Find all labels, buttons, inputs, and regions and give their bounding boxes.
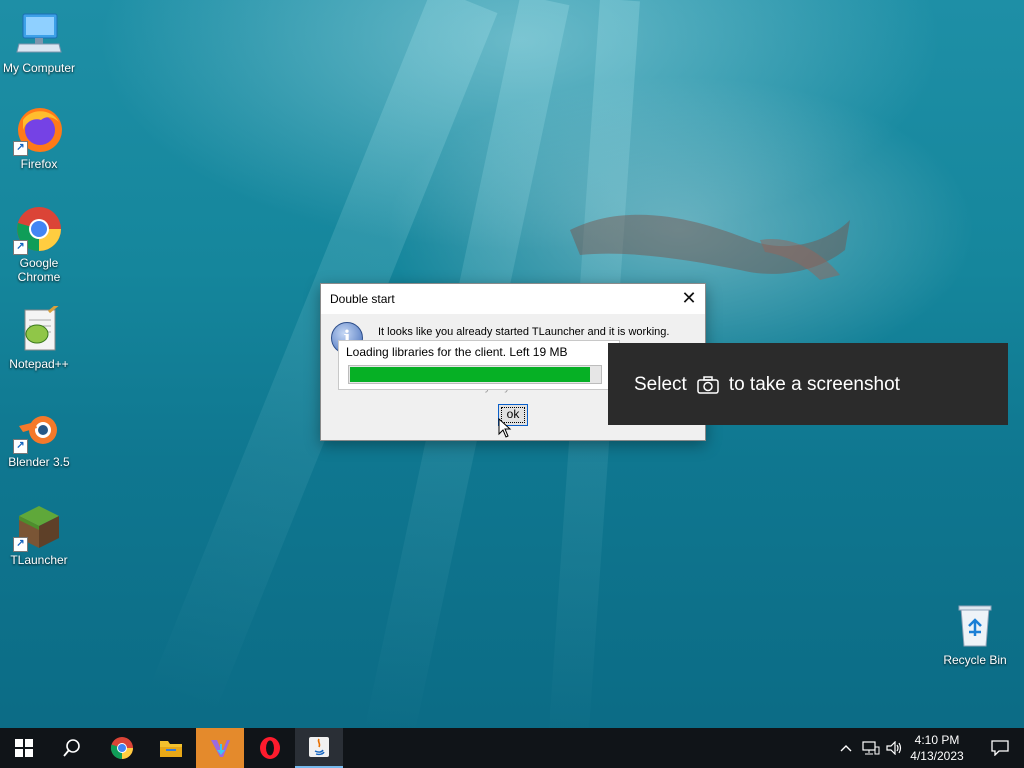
desktop-icon-tlauncher[interactable]: ↗ TLauncher	[0, 502, 78, 567]
taskbar-visual-studio-installer[interactable]	[196, 728, 244, 768]
start-button[interactable]	[0, 728, 48, 768]
loading-progress-panel: Loading libraries for the client. Left 1…	[338, 340, 620, 390]
desktop-icon-my-computer[interactable]: My Computer	[0, 10, 78, 75]
visual-studio-installer-icon	[211, 740, 230, 757]
search-button[interactable]	[48, 728, 96, 768]
desktop-icon-firefox[interactable]: ↗ Firefox	[0, 106, 78, 171]
screenshot-toast: Select to take a screenshot	[608, 343, 1008, 425]
shortcut-arrow-icon: ↗	[13, 240, 28, 255]
notepadpp-icon	[15, 300, 63, 354]
desktop-icon-notepadpp[interactable]: Notepad++	[0, 300, 78, 371]
network-status[interactable]	[860, 728, 882, 768]
clock-time: 4:10 PM	[914, 733, 960, 747]
firefox-icon: ↗	[13, 106, 63, 156]
desktop-icon-recycle-bin[interactable]: Recycle Bin	[936, 602, 1014, 667]
mouse-cursor-icon	[498, 418, 512, 438]
desktop-icon-label: Google Chrome	[17, 256, 61, 284]
taskbar-opera[interactable]	[246, 728, 294, 768]
toast-text-after: to take a screenshot	[728, 374, 900, 395]
file-explorer-icon	[160, 741, 182, 757]
java-icon	[309, 737, 329, 757]
taskbar-chrome[interactable]	[98, 728, 146, 768]
shortcut-arrow-icon: ↗	[13, 439, 28, 454]
dialog-title: Double start	[330, 292, 395, 306]
opera-icon	[260, 737, 280, 759]
clock-date: 4/13/2023	[910, 749, 964, 763]
desktop-icon-blender[interactable]: ↗ Blender 3.5	[0, 404, 78, 469]
chrome-icon	[110, 737, 133, 760]
shortcut-arrow-icon: ↗	[13, 537, 28, 552]
taskbar: 4:10 PM 4/13/2023	[0, 728, 1024, 768]
network-icon	[862, 741, 880, 755]
desktop-icon-google-chrome[interactable]: ↗ Google Chrome	[0, 205, 78, 284]
desktop-icon-label: My Computer	[2, 61, 76, 75]
desktop-icon-label: Firefox	[20, 157, 58, 171]
taskbar-clock[interactable]: 4:10 PM 4/13/2023	[902, 732, 972, 764]
chevron-up-icon	[840, 745, 852, 752]
notification-icon	[991, 740, 1009, 756]
blender-icon: ↗	[13, 404, 63, 454]
progress-bar	[348, 365, 602, 384]
progress-label: Loading libraries for the client. Left 1…	[346, 345, 568, 359]
search-icon	[63, 739, 80, 757]
desktop-icon-label: Recycle Bin	[943, 653, 1007, 667]
wallpaper-swimmer	[570, 214, 850, 280]
camera-icon	[697, 376, 719, 394]
windows-start-icon	[15, 739, 33, 757]
close-icon[interactable]: ✕	[673, 284, 705, 314]
chrome-icon: ↗	[13, 205, 63, 255]
taskbar-file-explorer[interactable]	[147, 728, 195, 768]
action-center-button[interactable]	[976, 728, 1024, 768]
dialog-titlebar[interactable]: Double start ✕	[321, 284, 705, 314]
taskbar-java[interactable]	[295, 728, 343, 768]
progress-bar-fill	[350, 367, 590, 382]
tray-overflow-button[interactable]	[836, 728, 856, 768]
computer-icon	[15, 10, 63, 58]
recycle-bin-icon	[951, 602, 999, 650]
desktop-icon-label: Blender 3.5	[8, 455, 70, 469]
tlauncher-icon: ↗	[13, 502, 63, 552]
dialog-message: It looks like you already started TLaunc…	[378, 326, 670, 338]
desktop-icon-label: Notepad++	[9, 357, 69, 371]
toast-text-before: Select	[634, 374, 687, 395]
shortcut-arrow-icon: ↗	[13, 141, 28, 156]
desktop-icon-label: TLauncher	[10, 553, 68, 567]
